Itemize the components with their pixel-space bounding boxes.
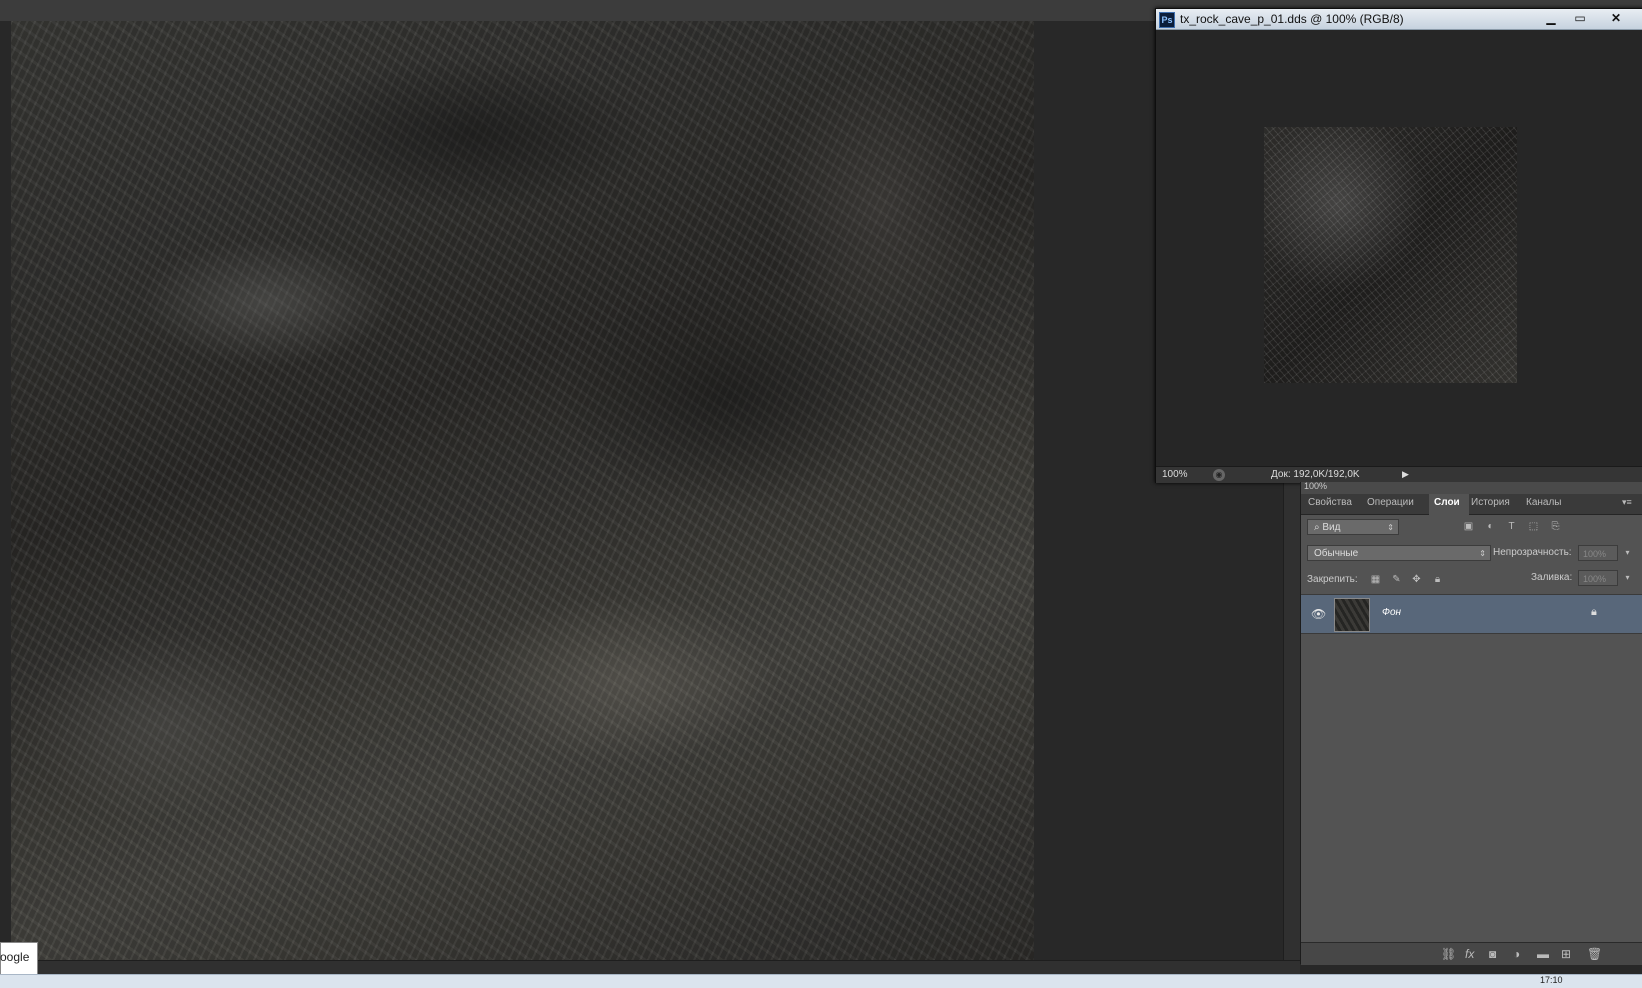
document-canvas xyxy=(1156,30,1642,466)
workspace-scrollbar-horizontal[interactable] xyxy=(0,960,1300,975)
close-button[interactable]: ✕ xyxy=(1596,10,1636,27)
navigator-strip: 100% xyxy=(1301,481,1642,494)
tab-channels[interactable]: Каналы xyxy=(1526,497,1562,508)
layer-lock-icon: 🔒︎ xyxy=(1591,606,1597,618)
photoshop-icon: Ps xyxy=(1159,12,1175,28)
delete-layer-icon[interactable]: 🗑︎ xyxy=(1587,947,1602,961)
lock-position-icon[interactable]: ✥ xyxy=(1410,573,1423,586)
filter-pixel-icon[interactable]: ▣ xyxy=(1462,520,1475,533)
lock-pixels-icon[interactable]: ✎ xyxy=(1390,573,1403,586)
lock-all-icon[interactable]: 🔒︎ xyxy=(1431,573,1444,586)
filter-kind-value: Вид xyxy=(1322,522,1341,533)
filter-shape-icon[interactable]: ⬚ xyxy=(1527,520,1540,533)
opacity-label: Непрозрачность: xyxy=(1493,547,1572,558)
opacity-dropdown-icon[interactable]: ▾ xyxy=(1621,546,1634,559)
panel-menu-icon[interactable]: ▾≡ xyxy=(1622,497,1632,508)
maximize-button[interactable]: ▭ xyxy=(1567,10,1593,27)
filter-type-icon[interactable]: T xyxy=(1505,520,1518,533)
select-arrows-icon: ⇕ xyxy=(1387,523,1394,532)
filter-adjustment-icon[interactable]: ◐ xyxy=(1484,520,1497,533)
lock-label: Закрепить: xyxy=(1307,574,1358,585)
taskbar: 17:10 xyxy=(0,974,1642,988)
google-popup-text: oogle xyxy=(0,950,30,964)
blend-row: Обычные ⇕ Непрозрачность: 100% ▾ xyxy=(1301,543,1642,569)
blend-mode-value: Обычные xyxy=(1314,548,1359,559)
tab-history[interactable]: История xyxy=(1471,497,1510,508)
layer-name[interactable]: Фон xyxy=(1382,607,1401,618)
select-arrows-icon: ⇕ xyxy=(1479,549,1486,558)
visibility-eye-icon[interactable]: 👁︎ xyxy=(1311,607,1326,621)
status-menu-arrow-icon[interactable]: ▶ xyxy=(1402,469,1409,480)
document-zoom[interactable]: 100% xyxy=(1162,469,1188,480)
layers-panel: 100% Свойства Операции Слои История Кана… xyxy=(1300,481,1642,965)
document-title: tx_rock_cave_p_01.dds @ 100% (RGB/8) xyxy=(1180,12,1404,26)
fill-label: Заливка: xyxy=(1531,572,1573,583)
layer-filter-row: ⌕ Вид ⇕ ▣ ◐ T ⬚ ⎘ xyxy=(1301,517,1642,543)
rock-texture-canvas[interactable] xyxy=(11,21,1034,961)
tab-properties[interactable]: Свойства xyxy=(1308,497,1352,508)
document-image[interactable] xyxy=(1264,127,1517,383)
fill-dropdown-icon[interactable]: ▾ xyxy=(1621,571,1634,584)
tab-actions[interactable]: Операции xyxy=(1367,497,1414,508)
panel-tabs: Свойства Операции Слои История Каналы ▾≡ xyxy=(1301,494,1642,515)
document-window[interactable]: Ps tx_rock_cave_p_01.dds @ 100% (RGB/8) … xyxy=(1155,8,1642,483)
document-status-bar: 100% ◉ Док: 192,0K/192,0K ▶ xyxy=(1156,466,1642,483)
link-layers-icon[interactable]: ⛓ xyxy=(1441,947,1456,961)
opacity-field[interactable]: 100% xyxy=(1578,545,1618,561)
layer-filter-select[interactable]: ⌕ Вид ⇕ xyxy=(1307,519,1399,535)
blend-mode-select[interactable]: Обычные ⇕ xyxy=(1307,545,1491,561)
layers-panel-footer: ⛓ fx ◙ ◑ ▬ ⊞ 🗑︎ xyxy=(1301,942,1642,965)
lock-transparent-icon[interactable]: ▦ xyxy=(1369,573,1382,586)
filter-smart-object-icon[interactable]: ⎘ xyxy=(1549,520,1562,533)
fill-field[interactable]: 100% xyxy=(1578,570,1618,586)
tab-layers[interactable]: Слои xyxy=(1434,497,1460,508)
document-size-info: Док: 192,0K/192,0K xyxy=(1271,469,1360,480)
status-info-icon[interactable]: ◉ xyxy=(1213,469,1225,481)
taskbar-clock[interactable]: 17:10 xyxy=(1540,975,1563,985)
minimize-button[interactable]: ▁ xyxy=(1538,10,1564,27)
layer-row[interactable]: 👁︎ Фон 🔒︎ xyxy=(1301,594,1642,634)
layer-thumbnail xyxy=(1334,598,1370,632)
layer-style-icon[interactable]: fx xyxy=(1465,947,1474,961)
new-layer-icon[interactable]: ⊞ xyxy=(1561,947,1571,961)
add-mask-icon[interactable]: ◙ xyxy=(1489,947,1496,961)
document-title-bar[interactable]: Ps tx_rock_cave_p_01.dds @ 100% (RGB/8) … xyxy=(1156,9,1642,30)
new-group-icon[interactable]: ▬ xyxy=(1537,947,1549,961)
google-popup[interactable]: oogle xyxy=(0,942,38,977)
adjustment-layer-icon[interactable]: ◑ xyxy=(1513,947,1520,961)
navigator-zoom[interactable]: 100% xyxy=(1304,481,1327,491)
